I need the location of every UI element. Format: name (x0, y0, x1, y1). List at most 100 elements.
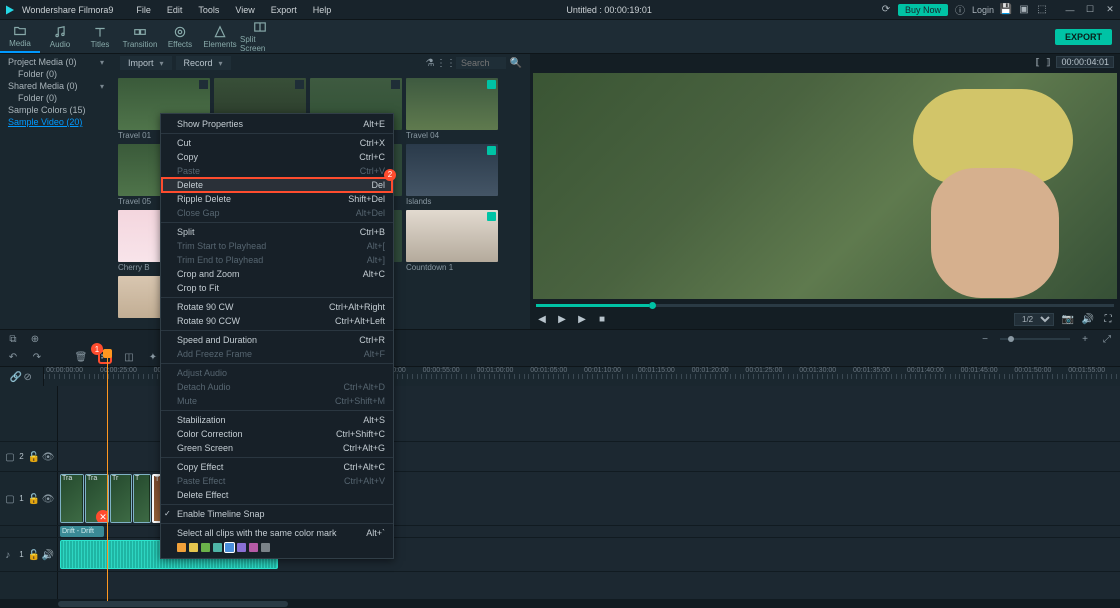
save-icon[interactable]: 💾 (1000, 4, 1012, 16)
media-item[interactable]: Countdown 1 (406, 210, 498, 272)
context-menu-item-crop-to-fit[interactable]: Crop to Fit (161, 281, 393, 295)
playhead[interactable] (107, 349, 108, 601)
context-menu-item-crop-and-zoom[interactable]: Crop and ZoomAlt+C (161, 267, 393, 281)
context-menu-item-delete-effect[interactable]: Delete Effect (161, 488, 393, 502)
track-head-video1[interactable]: ▢ 1 🔓 👁 (0, 472, 58, 525)
search-input[interactable] (456, 57, 506, 69)
bracket-right-icon[interactable]: ⟧ (1046, 57, 1050, 68)
lock-icon[interactable]: 🔓 (28, 494, 38, 504)
lock-icon[interactable]: 🔓 (28, 452, 38, 462)
context-menu-item-cut[interactable]: CutCtrl+X (161, 136, 393, 150)
color-swatch[interactable] (237, 543, 246, 552)
zoom-knob[interactable] (1008, 336, 1014, 342)
next-frame-button[interactable]: ▶ (576, 313, 588, 325)
tab-split-screen[interactable]: Split Screen (240, 20, 280, 53)
timeline-clip[interactable]: Tr (110, 474, 132, 523)
search-icon[interactable]: 🔍 (510, 57, 522, 69)
color-swatch[interactable] (189, 543, 198, 552)
context-menu-item-rotate-90-cw[interactable]: Rotate 90 CWCtrl+Alt+Right (161, 300, 393, 314)
timeline-clip[interactable]: Tra (60, 474, 84, 523)
close-button[interactable]: ✕ (1104, 4, 1116, 16)
timeline-zoom-slider[interactable] (1000, 338, 1070, 340)
delete-button[interactable]: 🗑 (74, 350, 88, 364)
crop-button[interactable]: ◫ (122, 350, 136, 364)
minimize-button[interactable]: — (1064, 4, 1076, 16)
context-menu-item-split[interactable]: SplitCtrl+B (161, 225, 393, 239)
context-menu-item-copy[interactable]: CopyCtrl+C (161, 150, 393, 164)
menu-view[interactable]: View (228, 3, 261, 17)
tab-audio[interactable]: Audio (40, 20, 80, 53)
color-swatch[interactable] (213, 543, 222, 552)
link-off-icon[interactable]: ⊘ (24, 372, 34, 382)
preview-zoom-select[interactable]: 1/2 (1014, 313, 1054, 326)
bracket-left-icon[interactable]: ⟦ (1036, 57, 1040, 68)
context-menu-item-speed-and-duration[interactable]: Speed and DurationCtrl+R (161, 333, 393, 347)
menu-edit[interactable]: Edit (160, 3, 190, 17)
volume-icon[interactable]: 🔊 (42, 550, 52, 560)
login-link[interactable]: Login (972, 5, 994, 15)
context-menu-item-color-correction[interactable]: Color CorrectionCtrl+Shift+C (161, 427, 393, 441)
track-body[interactable] (58, 572, 1120, 599)
context-menu-item-green-screen[interactable]: Green ScreenCtrl+Alt+G (161, 441, 393, 455)
menu-tools[interactable]: Tools (191, 3, 226, 17)
track-head-video2[interactable]: ▢ 2 🔓 👁 (0, 442, 58, 471)
timeline-clip[interactable]: Tra ✕ (85, 474, 109, 523)
tab-titles[interactable]: Titles (80, 20, 120, 53)
marker-button[interactable]: ✦ (146, 350, 160, 364)
sort-icon[interactable]: ⋮⋮ (440, 57, 452, 69)
eye-icon[interactable]: 👁 (42, 494, 52, 504)
sidebar-item-sample-video[interactable]: Sample Video (20) (0, 116, 112, 128)
media-item[interactable]: Travel 04 (406, 78, 498, 140)
volume-icon[interactable]: 🔊 (1082, 313, 1094, 325)
seek-handle[interactable] (649, 302, 656, 309)
context-menu-item-show-properties[interactable]: Show PropertiesAlt+E (161, 117, 393, 131)
menu-file[interactable]: File (129, 3, 158, 17)
snapshot-icon[interactable]: 📷 (1062, 313, 1074, 325)
context-menu-item-rotate-90-ccw[interactable]: Rotate 90 CCWCtrl+Alt+Left (161, 314, 393, 328)
seek-bar[interactable] (536, 304, 1114, 307)
track-head-audio1[interactable]: ♪ 1 🔓 🔊 (0, 538, 58, 571)
tab-transition[interactable]: Transition (120, 20, 160, 53)
audio-clip-label[interactable]: Drift - Drift (60, 526, 104, 537)
preview-viewport[interactable] (533, 73, 1117, 299)
record-dropdown[interactable]: Record▾ (176, 56, 231, 70)
menu-export[interactable]: Export (264, 3, 304, 17)
fullscreen-icon[interactable]: ⛶ (1102, 313, 1114, 325)
color-swatch[interactable] (177, 543, 186, 552)
context-menu-item-delete[interactable]: DeleteDel2 (161, 177, 393, 193)
lock-icon[interactable]: 🔓 (28, 550, 38, 560)
zoom-in-icon[interactable]: + (1078, 332, 1092, 346)
add-icon[interactable]: ⊕ (28, 332, 42, 346)
eye-icon[interactable]: 👁 (42, 452, 52, 462)
link-icon[interactable]: 🔗 (10, 372, 20, 382)
sidebar-item-sample-colors[interactable]: Sample Colors (15) (0, 104, 112, 116)
zoom-out-icon[interactable]: − (978, 332, 992, 346)
filter-icon[interactable]: ⚗ (424, 57, 436, 69)
menu-help[interactable]: Help (306, 3, 339, 17)
import-dropdown[interactable]: Import▾ (120, 56, 172, 70)
media-item[interactable]: Islands (406, 144, 498, 206)
sidebar-item-project-media[interactable]: Project Media (0)▾ (0, 56, 112, 68)
tab-elements[interactable]: Elements (200, 20, 240, 53)
export-button[interactable]: EXPORT (1055, 29, 1112, 45)
color-swatch[interactable] (249, 543, 258, 552)
color-swatch[interactable] (201, 543, 210, 552)
tab-effects[interactable]: Effects (160, 20, 200, 53)
add-media-icon[interactable]: ⧉ (6, 332, 20, 346)
stop-button[interactable]: ■ (596, 313, 608, 325)
zoom-fit-icon[interactable]: ⤢ (1100, 332, 1114, 346)
sidebar-item-folder[interactable]: Folder (0) (0, 92, 112, 104)
play-button[interactable]: ▶ (556, 313, 568, 325)
info-icon[interactable]: ⓘ (954, 4, 966, 16)
screenshot-icon[interactable]: ▣ (1018, 4, 1030, 16)
record-icon[interactable]: ⬚ (1036, 4, 1048, 16)
redo-button[interactable]: ↷ (30, 350, 44, 364)
scrollbar-thumb[interactable] (58, 601, 288, 607)
tab-media[interactable]: Media (0, 20, 40, 53)
color-swatch[interactable] (261, 543, 270, 552)
context-menu-item-enable-timeline-snap[interactable]: ✓Enable Timeline Snap (161, 507, 393, 521)
sidebar-item-folder[interactable]: Folder (0) (0, 68, 112, 80)
color-swatch[interactable] (225, 543, 234, 552)
context-menu-item-stabilization[interactable]: StabilizationAlt+S (161, 413, 393, 427)
buy-now-button[interactable]: Buy Now (898, 4, 948, 16)
